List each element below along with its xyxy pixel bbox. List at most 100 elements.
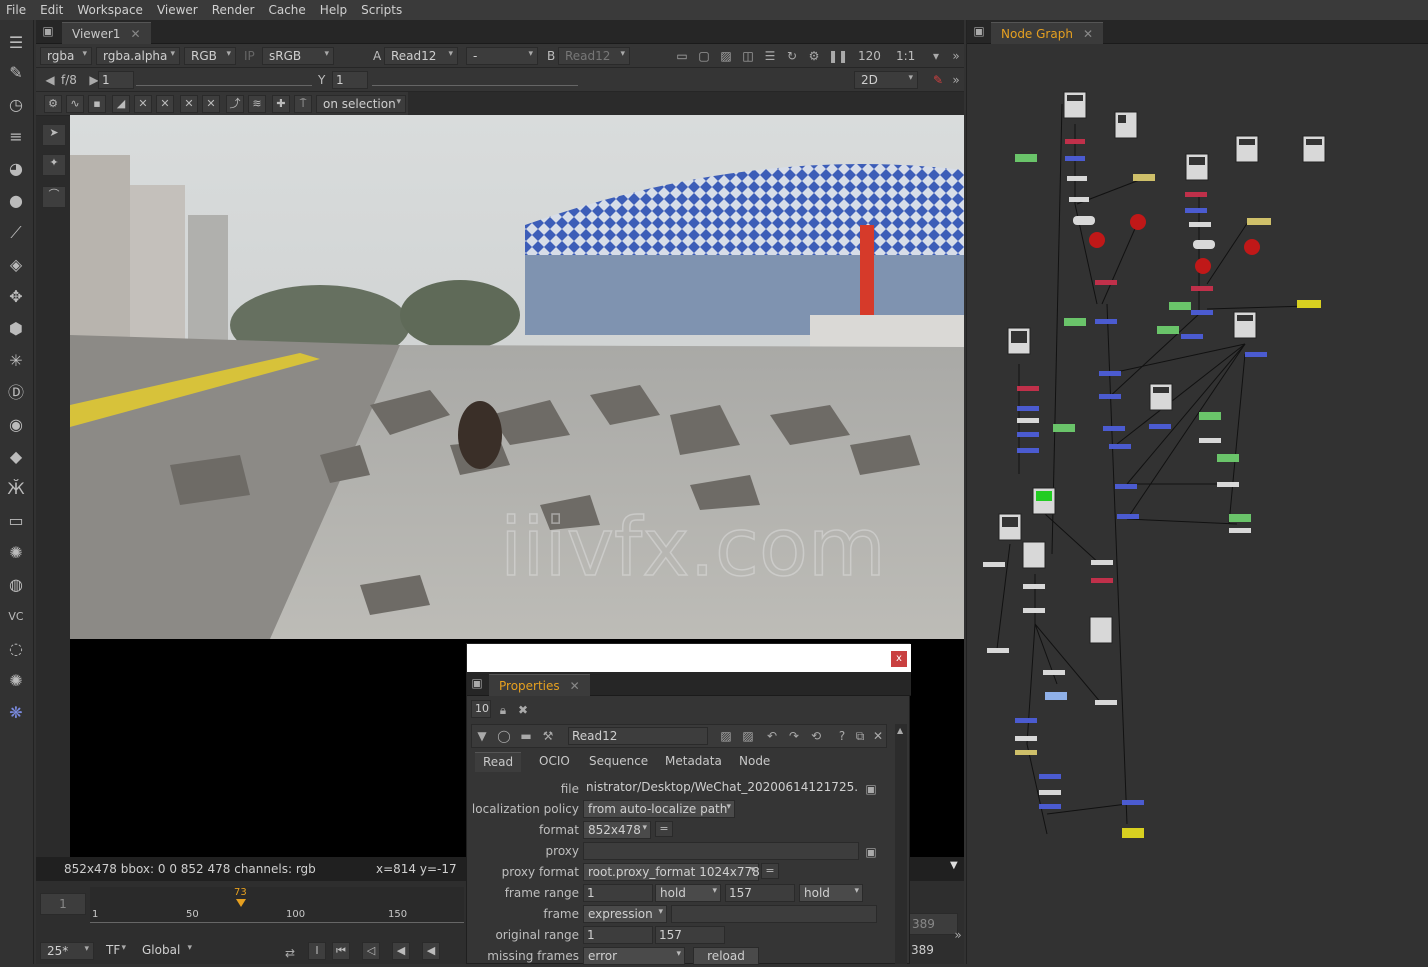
prev-arrow-icon[interactable]: ◀ <box>42 72 58 88</box>
feather-icon[interactable]: ◢ <box>112 95 130 113</box>
wipe-mode-dropdown[interactable]: - <box>466 47 538 65</box>
playback-fps-dropdown[interactable]: 25* <box>40 942 94 960</box>
gamma-input[interactable]: 1 <box>332 71 368 89</box>
views-tools-icon[interactable]: ◉ <box>5 414 27 436</box>
mask-overlay-icon[interactable]: ▢ <box>696 48 712 64</box>
timeline-start-input[interactable]: 1 <box>40 893 86 915</box>
menu-workspace[interactable]: Workspace <box>71 3 151 17</box>
bezier-icon[interactable]: ∿ <box>66 95 84 113</box>
viewer-image[interactable]: iiivfx.com <box>70 115 964 639</box>
add-points-icon[interactable]: ✦ <box>42 154 66 176</box>
toolsets-icon[interactable]: Ӂ <box>5 478 27 500</box>
alpha-channel-dropdown[interactable]: rgba.alpha <box>96 47 180 65</box>
timeline-more-icon[interactable]: » <box>950 927 966 943</box>
keyer-tools-icon[interactable]: ⟋ <box>5 222 27 244</box>
link-icon[interactable]: ⤴ <box>226 95 244 113</box>
time-tools-icon[interactable]: ◷ <box>5 94 27 116</box>
node-color-icon[interactable]: ◯ <box>496 728 512 744</box>
lock-icon[interactable]: 🔒︎ <box>495 702 511 718</box>
metadata-tools-icon[interactable]: ◆ <box>5 446 27 468</box>
tab-viewer1[interactable]: Viewer1 ✕ <box>62 22 151 44</box>
node-input-icon[interactable]: ▬ <box>518 728 534 744</box>
wave-icon[interactable]: ≋ <box>248 95 266 113</box>
global-range-dropdown[interactable]: Global <box>136 942 196 960</box>
break-icon[interactable]: ✕ <box>180 95 198 113</box>
clear-panels-icon[interactable]: ✖ <box>515 702 531 718</box>
step-back-icon[interactable]: ◀ <box>392 942 410 960</box>
panel-menu-icon[interactable]: ▣ <box>469 675 485 691</box>
plugin-b-icon[interactable]: ◍ <box>5 574 27 596</box>
cusp-icon[interactable]: ▪ <box>88 95 106 113</box>
subtab-ocio[interactable]: OCIO <box>533 754 576 768</box>
properties-scrollbar[interactable]: ▲ <box>895 724 907 964</box>
close-window-icon[interactable]: x <box>891 651 907 667</box>
fps-readout[interactable]: 120 <box>858 49 881 63</box>
settings-icon[interactable]: ⚙ <box>44 95 62 113</box>
menu-cache[interactable]: Cache <box>262 3 313 17</box>
proxy-input[interactable] <box>583 842 859 860</box>
panel-menu-icon[interactable]: ▣ <box>971 23 987 39</box>
roi-icon[interactable]: ▭ <box>674 48 690 64</box>
format-dropdown[interactable]: 852x478 <box>583 821 651 839</box>
playhead-icon[interactable] <box>236 899 246 907</box>
panel-menu-icon[interactable]: ▣ <box>40 23 56 39</box>
proxy-folder-icon[interactable]: ▣ <box>863 844 879 860</box>
current-frame-marker[interactable]: 73 <box>234 887 247 898</box>
node-graph-canvas[interactable] <box>967 44 1428 964</box>
gpu-icon[interactable]: ⚙ <box>806 48 822 64</box>
menu-help[interactable]: Help <box>314 3 355 17</box>
paint-brush-icon[interactable]: ✎ <box>930 72 946 88</box>
subtab-node[interactable]: Node <box>733 754 776 768</box>
max-panels-input[interactable]: 10 <box>471 700 491 718</box>
float-icon[interactable]: ⧉ <box>852 728 868 744</box>
plugin-d-icon[interactable]: ✺ <box>5 670 27 692</box>
subtab-metadata[interactable]: Metadata <box>659 754 728 768</box>
proxy-icon[interactable]: ☰ <box>762 48 778 64</box>
folder-icon[interactable]: ▣ <box>863 781 879 797</box>
view-mode-dropdown[interactable]: 2D <box>854 71 918 89</box>
prev-keyframe-icon[interactable]: ◁ <box>362 942 380 960</box>
original-start-input[interactable]: 1 <box>583 926 653 944</box>
clipping-icon[interactable]: ▨ <box>718 48 734 64</box>
original-end-input[interactable]: 157 <box>655 926 725 944</box>
image-tools-icon[interactable]: ☰ <box>5 32 27 54</box>
filter-tools-icon[interactable]: ● <box>5 190 27 212</box>
selection-mode-dropdown[interactable]: on selection <box>316 95 406 113</box>
close-node-icon[interactable]: ✕ <box>870 728 886 744</box>
collapse-icon[interactable]: ▼ <box>474 728 490 744</box>
plugin-c-icon[interactable]: ◌ <box>5 638 27 660</box>
close-shape-icon[interactable]: ✕ <box>202 95 220 113</box>
proxy-format-edit-icon[interactable]: = <box>761 863 779 879</box>
lut-icon[interactable]: ◫ <box>740 48 756 64</box>
undo-icon[interactable]: ↶ <box>764 728 780 744</box>
subtab-sequence[interactable]: Sequence <box>583 754 654 768</box>
ip-toggle[interactable]: IP <box>244 49 255 63</box>
go-start-icon[interactable]: ⏮ <box>332 942 350 960</box>
in-point-icon[interactable]: I <box>308 942 326 960</box>
fstop-label[interactable]: f/8 <box>61 73 77 87</box>
frame-range-end-input[interactable]: 157 <box>725 884 795 902</box>
file-path-input[interactable]: nistrator/Desktop/WeChat_20200614121725.… <box>583 779 859 797</box>
subtab-read[interactable]: Read <box>475 752 522 772</box>
3d-tools-icon[interactable]: ⬢ <box>5 318 27 340</box>
plugin-a-icon[interactable]: ✺ <box>5 542 27 564</box>
info-menu-icon[interactable]: ▼ <box>950 860 958 871</box>
deep-tools-icon[interactable]: Ⓓ <box>5 382 27 404</box>
properties-titlebar[interactable]: x <box>467 644 911 672</box>
channels-dropdown[interactable]: rgba <box>40 47 92 65</box>
zoom-dropdown[interactable]: 1:1 <box>896 49 915 63</box>
display-channel-dropdown[interactable]: RGB <box>184 47 236 65</box>
node-tool-icon[interactable]: ⚒ <box>540 728 556 744</box>
gamma-slider[interactable] <box>372 74 578 86</box>
loop-mode-icon[interactable]: ⇄ <box>282 945 298 961</box>
redo-icon[interactable]: ↷ <box>786 728 802 744</box>
more-options-icon-2[interactable]: » <box>948 72 964 88</box>
frame-expression-input[interactable] <box>671 905 877 923</box>
scroll-up-icon[interactable]: ▲ <box>897 726 903 735</box>
track-icon[interactable]: ✚ <box>272 95 290 113</box>
gain-input[interactable]: 1 <box>98 71 134 89</box>
close-icon[interactable]: ✕ <box>130 27 140 41</box>
plugin-e-icon[interactable]: ❋ <box>5 702 27 724</box>
particles-tools-icon[interactable]: ✳ <box>5 350 27 372</box>
merge-tools-icon[interactable]: ◈ <box>5 254 27 276</box>
